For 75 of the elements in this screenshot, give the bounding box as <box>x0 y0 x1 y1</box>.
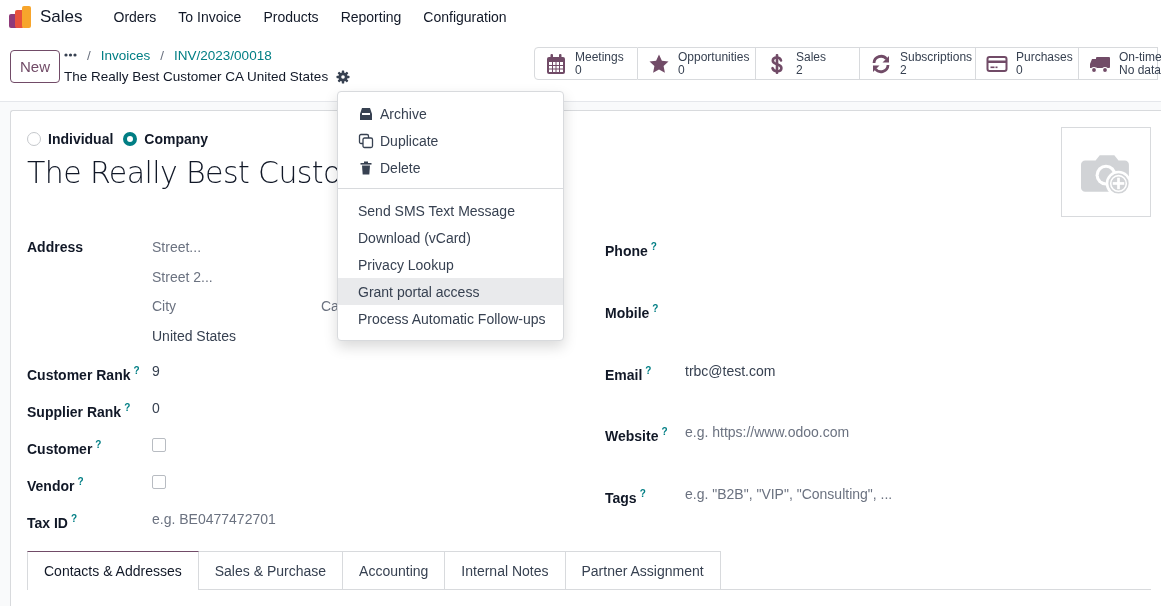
breadcrumb-separator: / <box>160 47 165 63</box>
help-mark[interactable]: ? <box>652 302 659 314</box>
checkbox[interactable] <box>152 475 166 489</box>
radio-button[interactable] <box>27 132 41 146</box>
menu-item[interactable]: Reporting <box>329 8 413 25</box>
stat-button[interactable]: Purchases 0 <box>976 47 1079 80</box>
stat-button[interactable]: Opportunities 0 <box>638 47 756 80</box>
field-label: Customer Rank $^{?}$ <box>27 364 141 385</box>
input-field[interactable]: City <box>152 296 321 316</box>
gear-icon <box>336 69 351 84</box>
menu-item[interactable]: Send SMS Text Message <box>338 197 563 224</box>
input-field[interactable]: e.g. "B2B", "VIP", "Consulting", ... <box>685 484 1151 505</box>
input-field[interactable]: e.g. https://www.odoo.com <box>685 422 1151 443</box>
app-name[interactable]: Sales <box>40 6 83 27</box>
breadcrumb-separator: / <box>87 47 91 63</box>
field-label: Phone $^{?}$ <box>605 240 658 261</box>
menu-item[interactable]: Download (vCard) <box>338 224 563 251</box>
trash-icon <box>358 159 374 176</box>
tab[interactable]: Internal Notes <box>445 551 566 589</box>
field-label: Tags $^{?}$ <box>605 487 647 508</box>
new-button[interactable]: New <box>10 50 60 83</box>
menu-item[interactable]: Products <box>252 8 330 25</box>
app-logo-icon <box>8 5 32 28</box>
menu-item[interactable]: Delete <box>338 154 563 181</box>
input-field[interactable]: Street 2... <box>152 266 312 287</box>
field-label: Tax ID $^{?}$ <box>27 512 79 533</box>
breadcrumb-link[interactable]: Invoices <box>100 47 151 63</box>
tab[interactable]: Partner Assignment <box>565 551 721 589</box>
input-field[interactable]: Street... <box>152 237 312 257</box>
menu-item[interactable]: Configuration <box>412 8 518 25</box>
help-mark[interactable]: ? <box>124 402 131 413</box>
field-label: Vendor $^{?}$ <box>27 475 85 496</box>
help-mark[interactable]: ? <box>650 241 657 252</box>
tab[interactable]: Contacts & Addresses <box>27 551 199 590</box>
menu-item[interactable]: Orders <box>102 8 168 25</box>
record-title: The Really Best Customer CA United States <box>64 69 329 84</box>
help-mark[interactable]: ? <box>639 488 646 500</box>
help-mark[interactable]: ? <box>77 476 84 487</box>
field-label: Email $^{?}$ <box>605 363 653 385</box>
radio-label: Individual <box>48 131 114 147</box>
radio-button[interactable] <box>123 132 138 146</box>
copy-icon <box>358 132 374 149</box>
field-label: Address <box>27 238 85 257</box>
stat-button[interactable]: Sales 2 <box>756 47 860 80</box>
stat-button[interactable]: Meetings 0 <box>534 47 638 80</box>
refresh-icon <box>870 52 892 75</box>
help-mark[interactable]: ? <box>133 365 140 376</box>
tab[interactable]: Sales & Purchase <box>198 551 344 589</box>
menu-item[interactable]: To Invoice <box>167 8 253 25</box>
more-icon <box>64 52 77 58</box>
menu-item[interactable]: Grant portal access <box>338 278 563 305</box>
field-label: Mobile $^{?}$ <box>605 301 660 323</box>
input-field[interactable]: 9 <box>152 361 605 381</box>
tab[interactable]: Accounting <box>343 551 446 589</box>
radio-label: Company <box>144 131 209 147</box>
help-mark[interactable]: ? <box>645 364 652 376</box>
input-field[interactable]: trbc@test.com <box>685 360 1151 381</box>
input-field[interactable]: 0 <box>152 398 605 418</box>
checkbox[interactable] <box>152 438 166 452</box>
field-label: Website $^{?}$ <box>605 425 669 447</box>
breadcrumb-link[interactable]: INV/2023/00018 <box>174 47 272 63</box>
menu-item[interactable]: Privacy Lookup <box>338 251 563 278</box>
calendar-icon <box>545 52 567 75</box>
menu-item[interactable]: Process Automatic Follow-ups <box>338 305 563 332</box>
menu-item[interactable]: Archive <box>338 100 563 127</box>
stat-button[interactable]: Subscriptions 2 <box>860 47 976 80</box>
help-mark[interactable]: ? <box>95 439 102 450</box>
input-field[interactable]: e.g. BE0477472701 <box>152 509 605 529</box>
field-label: Supplier Rank $^{?}$ <box>27 401 132 422</box>
help-mark[interactable]: ? <box>71 513 78 524</box>
avatar-placeholder[interactable] <box>1061 127 1151 217</box>
inbox-tray-icon <box>358 105 374 122</box>
help-mark[interactable]: ? <box>661 426 668 438</box>
menu-item[interactable]: Duplicate <box>338 127 563 154</box>
field-label: Customer $^{?}$ <box>27 438 103 459</box>
